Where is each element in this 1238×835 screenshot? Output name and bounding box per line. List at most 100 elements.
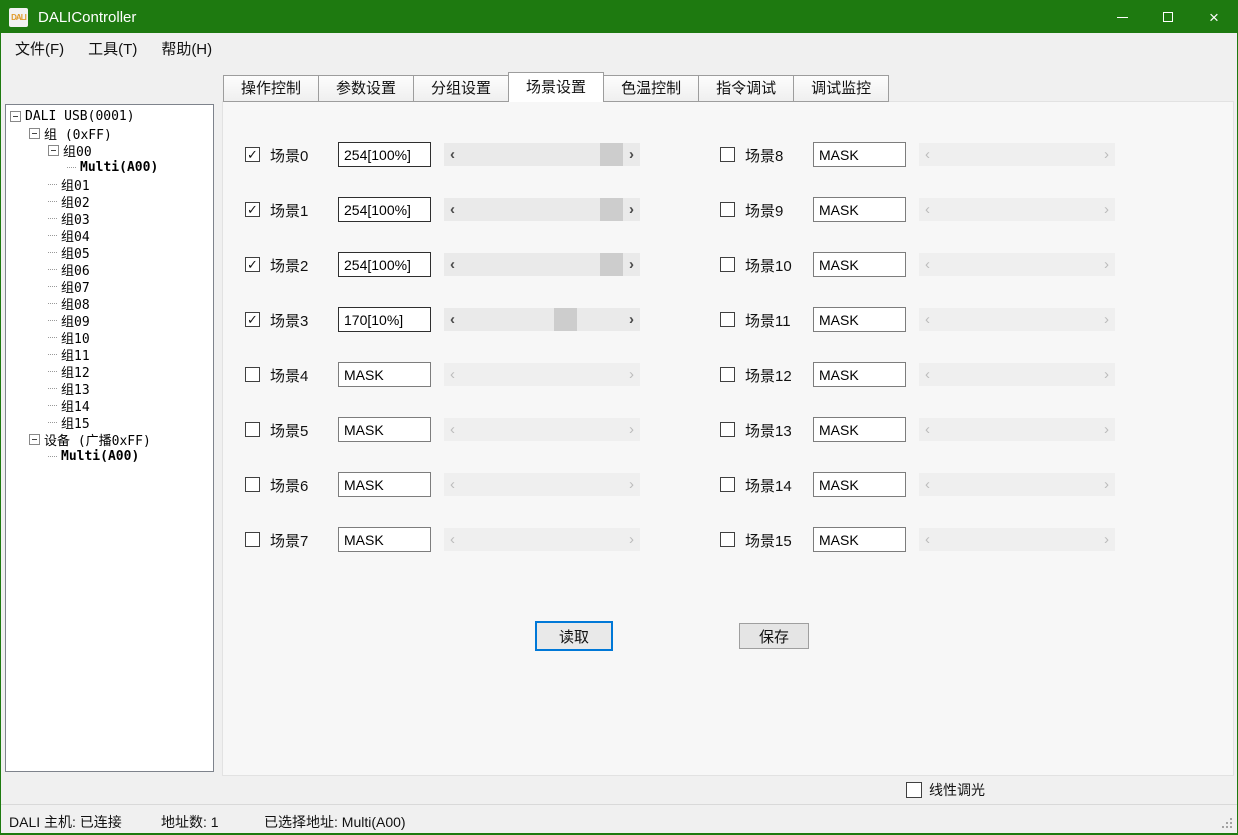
scene-value-input[interactable] bbox=[338, 362, 431, 387]
scene-row: ✓场景0‹› bbox=[245, 142, 641, 168]
scene-value-input[interactable] bbox=[813, 527, 906, 552]
tree-node[interactable]: 组07 bbox=[6, 278, 213, 295]
tab-group-settings[interactable]: 分组设置 bbox=[414, 75, 509, 102]
tree-node[interactable]: 组15 bbox=[6, 414, 213, 431]
scene-checkbox[interactable] bbox=[245, 477, 260, 492]
tree-node[interactable]: 组14 bbox=[6, 397, 213, 414]
scene-value-input[interactable] bbox=[813, 472, 906, 497]
tree-collapse-icon[interactable] bbox=[29, 434, 40, 445]
scene-checkbox[interactable] bbox=[720, 312, 735, 327]
scene-value-input[interactable] bbox=[338, 197, 431, 222]
tab-parameter-settings[interactable]: 参数设置 bbox=[319, 75, 414, 102]
scene-value-input[interactable] bbox=[813, 362, 906, 387]
scene-value-input[interactable] bbox=[813, 197, 906, 222]
scene-checkbox[interactable]: ✓ bbox=[245, 312, 260, 327]
linear-dimming-checkbox[interactable] bbox=[906, 782, 922, 798]
tab-command-debug[interactable]: 指令调试 bbox=[699, 75, 794, 102]
scene-value-input[interactable] bbox=[338, 142, 431, 167]
menu-item-file[interactable]: 文件(F) bbox=[3, 33, 76, 63]
scene-checkbox[interactable] bbox=[720, 477, 735, 492]
tree-node[interactable]: 组13 bbox=[6, 380, 213, 397]
tab-scene-settings[interactable]: 场景设置 bbox=[508, 72, 604, 102]
scene-value-input[interactable] bbox=[338, 307, 431, 332]
tree-collapse-icon[interactable] bbox=[10, 111, 21, 122]
tree-node[interactable]: 组00 bbox=[6, 142, 213, 159]
scene-checkbox[interactable] bbox=[720, 202, 735, 217]
read-button[interactable]: 读取 bbox=[535, 621, 613, 651]
tree-node[interactable]: 组03 bbox=[6, 210, 213, 227]
scroll-left-icon[interactable]: ‹ bbox=[444, 198, 461, 221]
scene-checkbox[interactable] bbox=[245, 367, 260, 382]
tree-node[interactable]: 组09 bbox=[6, 312, 213, 329]
scene-value-input[interactable] bbox=[338, 417, 431, 442]
tree-node[interactable]: 组06 bbox=[6, 261, 213, 278]
scene-value-input[interactable] bbox=[813, 252, 906, 277]
scene-value-input[interactable] bbox=[813, 142, 906, 167]
tree-node[interactable]: 组 (0xFF) bbox=[6, 125, 213, 142]
menu-item-tools[interactable]: 工具(T) bbox=[76, 33, 149, 63]
tab-operation-control[interactable]: 操作控制 bbox=[223, 75, 319, 102]
menu-item-help[interactable]: 帮助(H) bbox=[149, 33, 224, 63]
minimize-button[interactable] bbox=[1099, 1, 1145, 33]
scrollbar-thumb[interactable] bbox=[600, 198, 623, 221]
tree-node[interactable]: 组08 bbox=[6, 295, 213, 312]
tree-collapse-icon[interactable] bbox=[29, 128, 40, 139]
scroll-right-icon: › bbox=[623, 528, 640, 551]
scene-checkbox[interactable]: ✓ bbox=[245, 202, 260, 217]
scroll-right-icon: › bbox=[623, 363, 640, 386]
tree-node[interactable]: 组05 bbox=[6, 244, 213, 261]
scene-checkbox[interactable] bbox=[245, 422, 260, 437]
maximize-button[interactable] bbox=[1145, 1, 1191, 33]
title-bar: DALI DALIController × bbox=[1, 1, 1237, 33]
scene-checkbox[interactable]: ✓ bbox=[245, 257, 260, 272]
tree-node[interactable]: Multi(A00) bbox=[6, 159, 213, 176]
scroll-right-icon[interactable]: › bbox=[623, 253, 640, 276]
tree-node[interactable]: 组10 bbox=[6, 329, 213, 346]
scene-value-input[interactable] bbox=[338, 527, 431, 552]
scene-checkbox[interactable] bbox=[720, 422, 735, 437]
scene-row: 场景6‹› bbox=[245, 472, 641, 498]
tree-node[interactable]: Multi(A00) bbox=[6, 448, 213, 465]
scroll-right-icon[interactable]: › bbox=[623, 198, 640, 221]
scene-level-scrollbar[interactable]: ‹› bbox=[444, 253, 640, 276]
tree-node[interactable]: 组11 bbox=[6, 346, 213, 363]
scroll-left-icon: ‹ bbox=[444, 363, 461, 386]
scrollbar-thumb[interactable] bbox=[600, 253, 623, 276]
scene-checkbox[interactable] bbox=[720, 532, 735, 547]
save-button[interactable]: 保存 bbox=[739, 623, 809, 649]
tree-node[interactable]: 组01 bbox=[6, 176, 213, 193]
scene-level-scrollbar[interactable]: ‹› bbox=[444, 198, 640, 221]
tree-node[interactable]: 设备 (广播0xFF) bbox=[6, 431, 213, 448]
scene-value-input[interactable] bbox=[813, 307, 906, 332]
tree-node[interactable]: DALI USB(0001) bbox=[6, 108, 213, 125]
scroll-left-icon[interactable]: ‹ bbox=[444, 253, 461, 276]
scrollbar-thumb[interactable] bbox=[600, 143, 623, 166]
tab-color-temp-control[interactable]: 色温控制 bbox=[604, 75, 699, 102]
tree-node[interactable]: 组12 bbox=[6, 363, 213, 380]
scrollbar-thumb[interactable] bbox=[554, 308, 577, 331]
scroll-left-icon[interactable]: ‹ bbox=[444, 308, 461, 331]
tree-node[interactable]: 组04 bbox=[6, 227, 213, 244]
scene-value-input[interactable] bbox=[338, 252, 431, 277]
resize-grip-icon[interactable] bbox=[1220, 816, 1234, 830]
scene-checkbox[interactable]: ✓ bbox=[245, 147, 260, 162]
tree-connector bbox=[48, 422, 57, 423]
tab-debug-monitor[interactable]: 调试监控 bbox=[794, 75, 889, 102]
scroll-left-icon[interactable]: ‹ bbox=[444, 143, 461, 166]
scene-checkbox[interactable] bbox=[720, 257, 735, 272]
tree-collapse-icon[interactable] bbox=[48, 145, 59, 156]
tree-node[interactable]: 组02 bbox=[6, 193, 213, 210]
scene-checkbox[interactable] bbox=[720, 147, 735, 162]
scene-checkbox[interactable] bbox=[720, 367, 735, 382]
scene-checkbox[interactable] bbox=[245, 532, 260, 547]
scroll-right-icon[interactable]: › bbox=[623, 143, 640, 166]
scene-value-input[interactable] bbox=[813, 417, 906, 442]
scene-level-scrollbar[interactable]: ‹› bbox=[444, 143, 640, 166]
scroll-right-icon[interactable]: › bbox=[623, 308, 640, 331]
scene-level-scrollbar[interactable]: ‹› bbox=[444, 308, 640, 331]
scene-row: 场景9‹› bbox=[720, 197, 1116, 223]
close-button[interactable]: × bbox=[1191, 1, 1237, 33]
close-icon: × bbox=[1209, 9, 1219, 26]
scene-value-input[interactable] bbox=[338, 472, 431, 497]
scene-label: 场景13 bbox=[745, 420, 792, 441]
